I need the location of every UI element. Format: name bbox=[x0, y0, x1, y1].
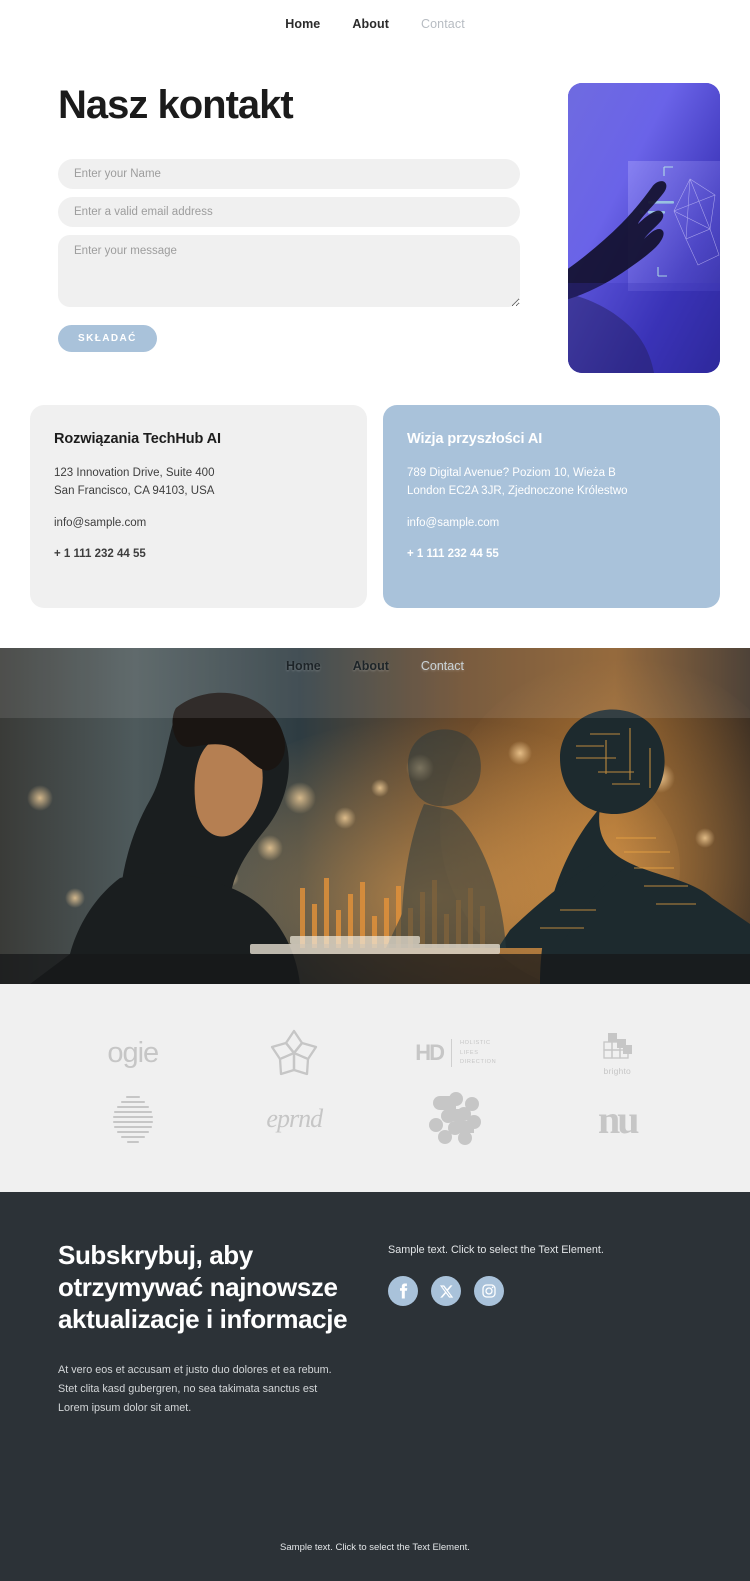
hero-navigation: Home About Contact bbox=[0, 659, 750, 673]
brighto-grid-icon bbox=[603, 1032, 633, 1059]
striped-sphere-icon bbox=[112, 1096, 153, 1144]
logo-ogie: ogie bbox=[107, 1036, 159, 1070]
logo-striped-sphere bbox=[107, 1092, 159, 1146]
facebook-glyph bbox=[400, 1283, 408, 1299]
logo-hd: HD HOLISTIC LIFES DIRECTION bbox=[415, 1039, 496, 1068]
nav-item-contact[interactable]: Contact bbox=[421, 17, 465, 31]
client-logos-section: ogie HD HOLISTIC LIFES DIRECTION brighto… bbox=[0, 984, 750, 1193]
facebook-icon[interactable] bbox=[388, 1276, 418, 1307]
hero-illustration bbox=[0, 648, 750, 985]
card-title: Rozwiązania TechHub AI bbox=[54, 431, 221, 447]
email-input[interactable] bbox=[58, 197, 520, 227]
top-navigation: Home About Contact bbox=[0, 0, 750, 47]
card-email[interactable]: info@sample.com bbox=[407, 515, 696, 533]
x-twitter-icon[interactable] bbox=[431, 1276, 461, 1307]
logo-brighto: brighto bbox=[600, 1031, 634, 1076]
contact-side-image bbox=[568, 83, 720, 373]
footer-left-column: Subskrybuj, aby otrzymywać najnowsze akt… bbox=[58, 1240, 348, 1417]
contact-form-column: Nasz kontakt SKŁADAĆ bbox=[30, 83, 540, 352]
contact-cards: Rozwiązania TechHub AI 123 Innovation Dr… bbox=[0, 373, 750, 648]
instagram-glyph bbox=[482, 1284, 496, 1298]
logo-dots-pattern bbox=[427, 1092, 485, 1146]
footer-heading: Subskrybuj, aby otrzymywać najnowsze akt… bbox=[58, 1240, 348, 1334]
submit-button[interactable]: SKŁADAĆ bbox=[58, 325, 157, 352]
hero-nav-item-contact[interactable]: Contact bbox=[421, 659, 464, 673]
card-address: 123 Innovation Drive, Suite 400 San Fran… bbox=[54, 465, 343, 501]
nav-item-home[interactable]: Home bbox=[285, 17, 320, 31]
footer-bottom-text: Sample text. Click to select the Text El… bbox=[280, 1542, 470, 1554]
logo-hd-tagline: HOLISTIC LIFES DIRECTION bbox=[460, 1040, 497, 1065]
contact-form: SKŁADAĆ bbox=[58, 159, 540, 352]
card-address-line1: 789 Digital Avenue? Poziom 10, Wieża B bbox=[407, 467, 616, 479]
card-phone[interactable]: + 1 111 232 44 55 bbox=[54, 546, 343, 564]
card-title: Wizja przyszłości AI bbox=[407, 431, 543, 447]
logo-flower-star bbox=[267, 1026, 321, 1080]
logo-eprnd-wordmark: eprnd bbox=[266, 1104, 323, 1134]
flower-star-icon bbox=[271, 1030, 318, 1076]
nav-item-about[interactable]: About bbox=[352, 17, 389, 31]
card-address-line2: London EC2A 3JR, Zjednoczone Królestwo bbox=[407, 484, 628, 497]
site-footer: Subskrybuj, aby otrzymywać najnowsze akt… bbox=[0, 1192, 750, 1581]
instagram-icon[interactable] bbox=[474, 1276, 504, 1307]
page-title: Nasz kontakt bbox=[58, 83, 294, 127]
card-email[interactable]: info@sample.com bbox=[54, 515, 343, 533]
logo-hd-divider bbox=[451, 1039, 453, 1068]
hero-nav-item-about[interactable]: About bbox=[353, 659, 389, 673]
social-links bbox=[388, 1276, 604, 1307]
hero-nav-item-home[interactable]: Home bbox=[286, 659, 321, 673]
contact-card-wizja: Wizja przyszłości AI 789 Digital Avenue?… bbox=[383, 405, 720, 609]
logo-nu: nu bbox=[598, 1096, 639, 1143]
card-address-line1: 123 Innovation Drive, Suite 400 bbox=[54, 467, 215, 479]
card-phone[interactable]: + 1 111 232 44 55 bbox=[407, 546, 696, 564]
holographic-hand-illustration bbox=[568, 83, 720, 373]
card-address-line2: San Francisco, CA 94103, USA bbox=[54, 484, 215, 497]
logo-hd-mark: HD bbox=[415, 1040, 445, 1066]
logo-eprnd: eprnd bbox=[266, 1104, 323, 1134]
contact-section: Nasz kontakt SKŁADAĆ bbox=[0, 47, 750, 373]
hero-banner: Home About Contact bbox=[0, 648, 750, 985]
footer-paragraph: At vero eos et accusam et justo duo dolo… bbox=[58, 1364, 332, 1414]
logo-ogie-wordmark: ogie bbox=[107, 1036, 159, 1069]
footer-right-column: Sample text. Click to select the Text El… bbox=[388, 1240, 604, 1417]
dots-pattern-icon bbox=[428, 1092, 481, 1146]
x-glyph bbox=[439, 1285, 453, 1298]
message-textarea[interactable] bbox=[58, 235, 520, 307]
logo-nu-wordmark: nu bbox=[598, 1096, 639, 1142]
contact-card-techhub: Rozwiązania TechHub AI 123 Innovation Dr… bbox=[30, 405, 367, 609]
footer-sample-text: Sample text. Click to select the Text El… bbox=[388, 1244, 604, 1257]
logo-brighto-wordmark: brighto bbox=[603, 1065, 631, 1076]
card-address: 789 Digital Avenue? Poziom 10, Wieża B L… bbox=[407, 465, 696, 501]
name-input[interactable] bbox=[58, 159, 520, 189]
